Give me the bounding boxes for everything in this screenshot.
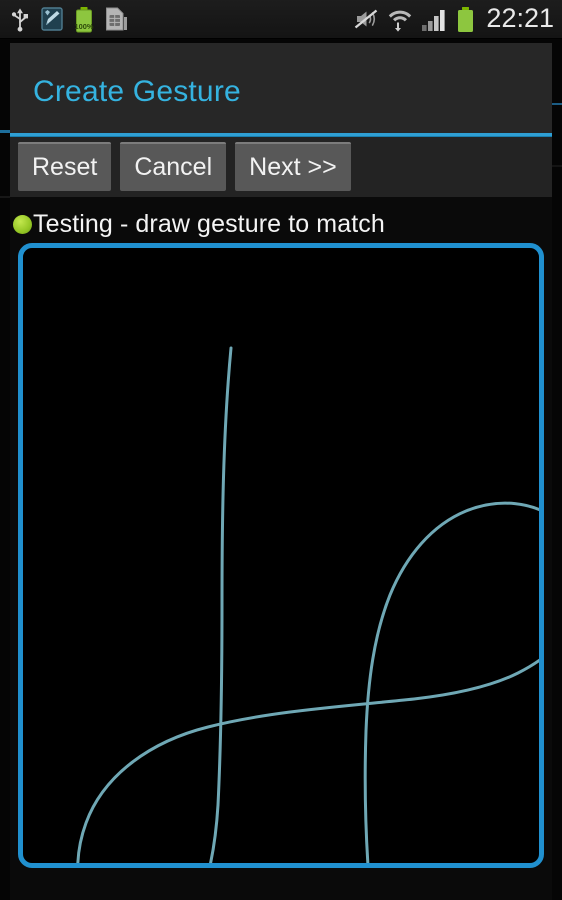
gesture-drawing-area[interactable]: [18, 243, 544, 868]
signal-bars-icon: [421, 6, 447, 32]
phone-screen: Email: [0, 0, 562, 900]
status-bar-clock: 22:21: [486, 2, 554, 33]
dialog-title-bar: Create Gesture: [10, 43, 552, 133]
svg-text:100%: 100%: [75, 22, 94, 31]
title-divider: [10, 133, 552, 136]
action-button-row: Reset Cancel Next >>: [10, 137, 552, 197]
gesture-stroke-path: [76, 346, 539, 863]
note-edit-icon: [40, 6, 64, 32]
status-bar-right-icons: 22:21: [353, 0, 554, 38]
next-button[interactable]: Next >>: [235, 142, 351, 191]
battery-icon: [456, 6, 475, 33]
status-line: Testing - draw gesture to match: [10, 205, 552, 243]
status-indicator-dot: [13, 214, 32, 234]
status-bar-left-icons: 100%: [10, 0, 128, 38]
create-gesture-dialog: Create Gesture Reset Cancel Next >> Test…: [10, 43, 552, 900]
battery-percent-icon: 100%: [74, 6, 94, 33]
mute-vibrate-off-icon: [353, 7, 379, 31]
gesture-stroke-canvas: [76, 346, 539, 863]
reset-button[interactable]: Reset: [18, 142, 112, 191]
status-bar[interactable]: 100% 22:21: [0, 0, 562, 39]
usb-icon: [10, 6, 30, 32]
cancel-button[interactable]: Cancel: [120, 142, 227, 191]
sim-card-icon: [104, 6, 128, 32]
status-message: Testing - draw gesture to match: [33, 209, 385, 238]
page-title: Create Gesture: [33, 75, 241, 108]
wifi-icon: [388, 6, 412, 32]
